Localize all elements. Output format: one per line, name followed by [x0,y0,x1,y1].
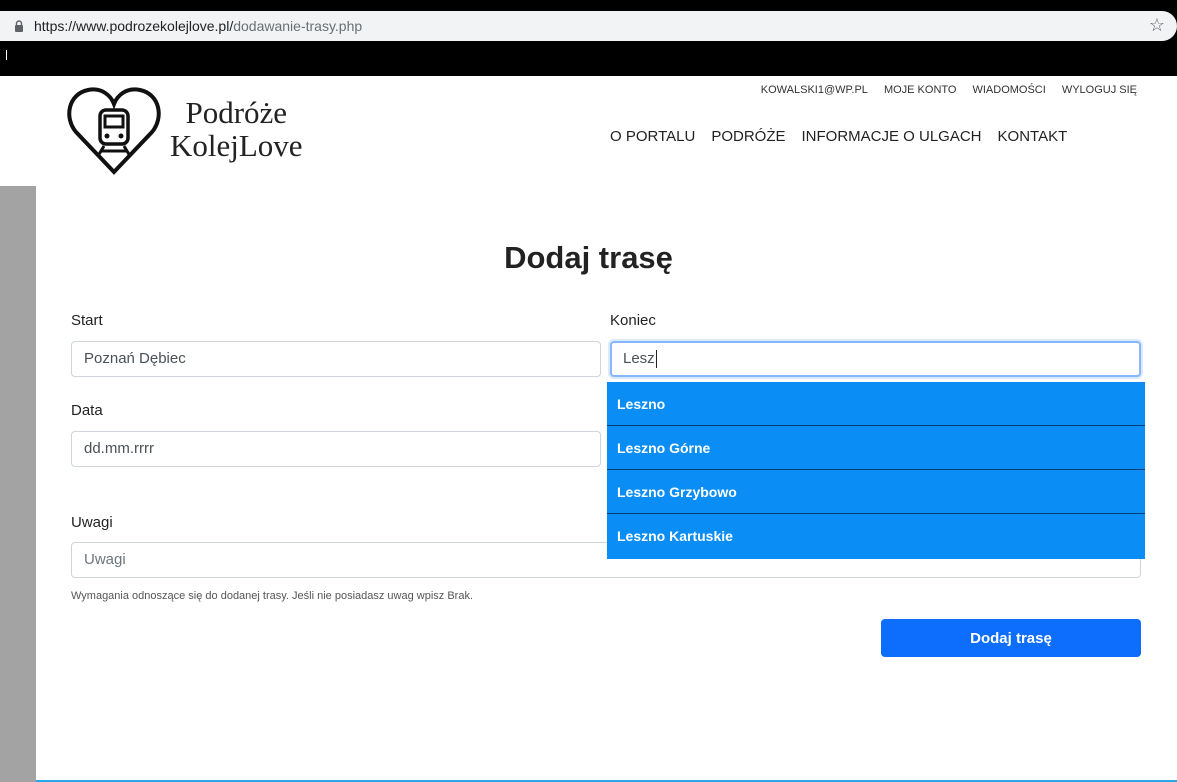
suggestion-item[interactable]: Leszno Kartuskie [607,514,1145,559]
web-page: Podróże KolejLove KOWALSKI1@WP.PL MOJE K… [0,76,1177,782]
text-cursor [6,50,7,60]
date-input[interactable]: dd.mm.rrrr [71,431,601,467]
bookmark-star-icon[interactable]: ☆ [1149,15,1165,36]
date-placeholder: dd.mm.rrrr [84,440,154,457]
heart-train-logo-icon[interactable] [64,80,164,180]
suggestion-item[interactable]: Leszno [607,382,1145,426]
nav-discounts[interactable]: INFORMACJE O ULGACH [802,128,982,145]
user-email-link[interactable]: KOWALSKI1@WP.PL [761,84,868,96]
start-input[interactable]: Poznań Dębiec [71,341,601,377]
top-user-nav: KOWALSKI1@WP.PL MOJE KONTO WIADOMOŚCI WY… [761,84,1137,96]
brand-name[interactable]: Podróże KolejLove [170,96,303,162]
brand-line-2: KolejLove [170,128,303,163]
url-path: dodawanie-trasy.php [233,18,363,34]
end-label: Koniec [610,312,656,329]
my-account-link[interactable]: MOJE KONTO [884,84,957,96]
add-route-section: Dodaj trasę Start Poznań Dębiec Koniec L… [0,186,1177,782]
suggestion-item[interactable]: Leszno Grzybowo [607,470,1145,514]
autocomplete-dropdown: Leszno Leszno Górne Leszno Grzybowo Lesz… [607,382,1145,559]
main-nav: O PORTALU PODRÓŻE INFORMACJE O ULGACH KO… [610,128,1067,145]
brand-line-1: Podróże [185,95,288,130]
lock-icon [15,20,23,32]
url-text: https://www.podrozekolejlove.pl/dodawani… [34,18,362,34]
notes-label: Uwagi [71,514,113,531]
address-bar[interactable]: https://www.podrozekolejlove.pl/dodawani… [0,11,1177,41]
end-input[interactable]: Lesz [610,341,1141,377]
add-route-button[interactable]: Dodaj trasę [881,619,1141,657]
messages-link[interactable]: WIADOMOŚCI [972,84,1045,96]
notes-help-text: Wymagania odnoszące się do dodanej trasy… [71,590,474,602]
text-caret [655,350,657,369]
suggestion-item[interactable]: Leszno Górne [607,426,1145,470]
browser-chrome: https://www.podrozekolejlove.pl/dodawani… [0,0,1177,76]
nav-about[interactable]: O PORTALU [610,128,695,145]
end-input-value: Lesz [623,350,655,367]
nav-contact[interactable]: KONTAKT [998,128,1068,145]
start-label: Start [71,312,103,329]
date-label: Data [71,402,103,419]
nav-trips[interactable]: PODRÓŻE [711,128,785,145]
page-title: Dodaj trasę [504,240,673,275]
notes-placeholder: Uwagi [84,551,126,568]
logout-link[interactable]: WYLOGUJ SIĘ [1062,84,1137,96]
site-header: Podróże KolejLove KOWALSKI1@WP.PL MOJE K… [0,76,1177,186]
url-domain: https://www.podrozekolejlove.pl/ [34,18,234,34]
